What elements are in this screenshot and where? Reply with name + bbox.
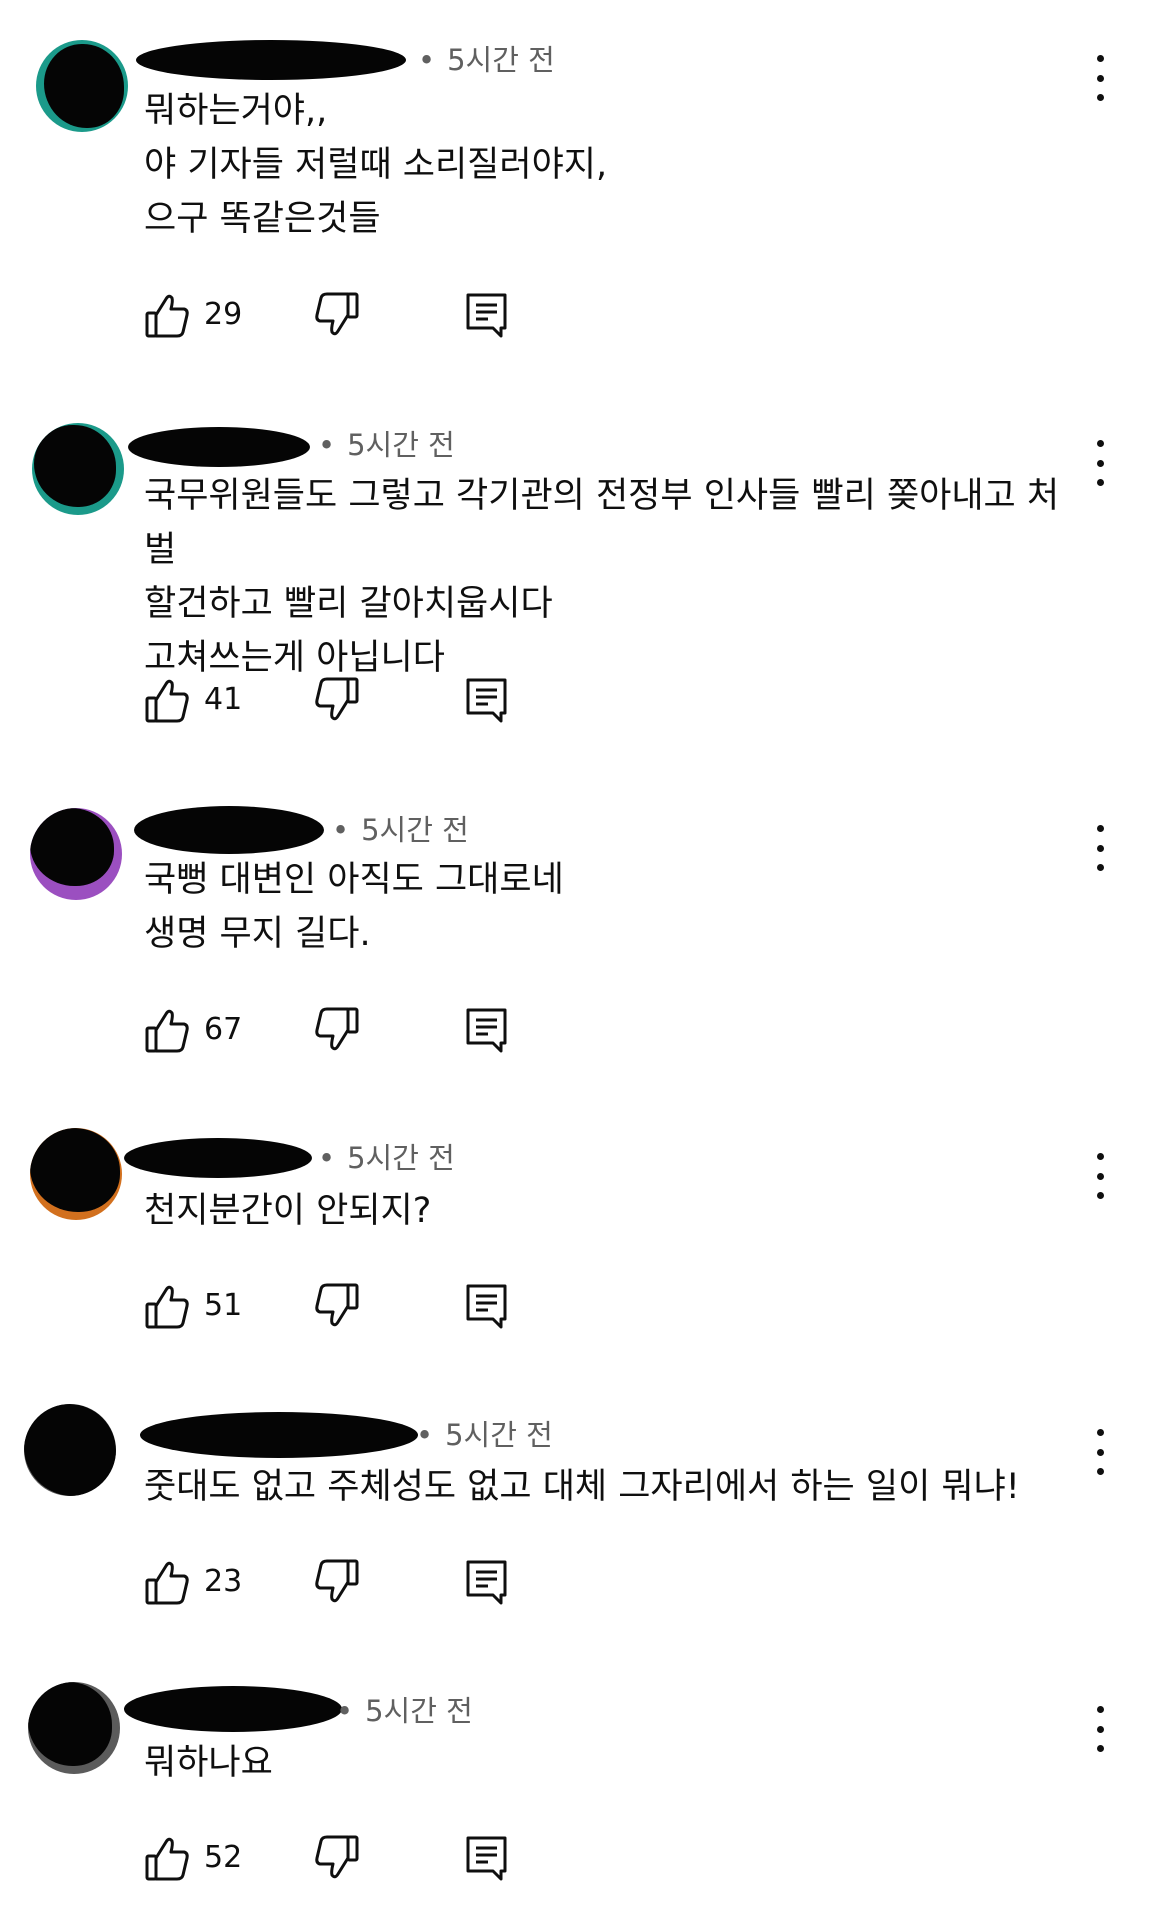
like-button[interactable]: 52 <box>144 1834 284 1882</box>
comment-actions: 23 <box>144 1558 544 1606</box>
reply-button[interactable] <box>464 1834 510 1882</box>
comment-actions: 67 <box>144 1006 544 1054</box>
comment-text: 국무위원들도 그렇고 각기관의 전정부 인사들 빨리 쫒아내고 처벌 할건하고 … <box>144 476 1060 678</box>
avatar[interactable] <box>36 40 128 132</box>
more-options-icon[interactable] <box>1085 440 1115 486</box>
thumbs-up-icon <box>145 679 189 723</box>
reply-comment-icon <box>466 293 507 338</box>
comment-meta: • 5시간 전 <box>332 813 469 847</box>
comment-text: 뭐하는거야,, 야 기자들 저럴때 소리질러야지, 으구 똑같은것들 <box>144 91 608 239</box>
more-options-icon[interactable] <box>1085 1429 1115 1475</box>
author-name-redacted[interactable] <box>140 1412 418 1458</box>
author-name-redacted[interactable] <box>124 1686 342 1732</box>
thumbs-up-icon <box>145 1561 189 1605</box>
comment-text: 천지분간이 안되지? <box>144 1191 432 1231</box>
dislike-button[interactable] <box>314 1558 360 1606</box>
reply-comment-icon <box>466 1008 507 1053</box>
thumbs-down-icon <box>315 1007 359 1051</box>
comment-text: 뭐하나요 <box>144 1743 273 1783</box>
comment-actions: 29 <box>144 291 544 339</box>
comment-timestamp: 5시간 전 <box>347 1141 455 1175</box>
like-count: 51 <box>204 1288 243 1323</box>
more-options-icon[interactable] <box>1085 825 1115 871</box>
reply-comment-icon <box>466 1836 507 1881</box>
like-button[interactable]: 23 <box>144 1558 284 1606</box>
comment-meta: • 5시간 전 <box>318 1141 455 1175</box>
avatar[interactable] <box>30 808 122 900</box>
thumbs-up-icon <box>145 1285 189 1329</box>
more-options-icon[interactable] <box>1085 1153 1115 1199</box>
comment-timestamp: 5시간 전 <box>347 428 455 462</box>
dislike-button[interactable] <box>314 1282 360 1330</box>
comment-actions: 52 <box>144 1834 544 1882</box>
reply-comment-icon <box>466 678 507 723</box>
comment-actions: 41 <box>144 676 544 724</box>
comment-timestamp: 5시간 전 <box>447 43 555 77</box>
like-button[interactable]: 41 <box>144 676 284 724</box>
thumbs-down-icon <box>315 1283 359 1327</box>
reply-button[interactable] <box>464 1558 510 1606</box>
reply-comment-icon <box>466 1560 507 1605</box>
comment-text: 국뻥 대변인 아직도 그대로네 생명 무지 길다. <box>144 860 564 954</box>
comment-timestamp: 5시간 전 <box>365 1694 473 1728</box>
dislike-button[interactable] <box>314 1834 360 1882</box>
comment-meta: • 5시간 전 <box>336 1694 473 1728</box>
thumbs-down-icon <box>315 677 359 721</box>
comment-actions: 51 <box>144 1282 544 1330</box>
reply-button[interactable] <box>464 676 510 724</box>
thumbs-down-icon <box>315 292 359 336</box>
thumbs-up-icon <box>145 294 189 338</box>
like-button[interactable]: 67 <box>144 1006 284 1054</box>
like-count: 52 <box>204 1840 243 1875</box>
like-button[interactable]: 29 <box>144 291 284 339</box>
comment-meta: • 5시간 전 <box>318 428 455 462</box>
like-count: 41 <box>204 682 243 717</box>
avatar[interactable] <box>30 1128 122 1220</box>
thumbs-up-icon <box>145 1009 189 1053</box>
author-name-redacted[interactable] <box>128 427 310 467</box>
more-options-icon[interactable] <box>1085 1706 1115 1752</box>
like-count: 67 <box>204 1012 243 1047</box>
author-name-redacted[interactable] <box>124 1138 312 1178</box>
reply-button[interactable] <box>464 291 510 339</box>
avatar[interactable] <box>28 1682 120 1774</box>
comment-timestamp: 5시간 전 <box>445 1418 553 1452</box>
author-name-redacted[interactable] <box>134 806 324 854</box>
more-options-icon[interactable] <box>1085 55 1115 101</box>
like-count: 23 <box>204 1564 243 1599</box>
like-count: 29 <box>204 297 243 332</box>
avatar[interactable] <box>32 423 124 515</box>
author-name-redacted[interactable] <box>136 40 406 80</box>
reply-comment-icon <box>466 1284 507 1329</box>
thumbs-up-icon <box>145 1837 189 1881</box>
reply-button[interactable] <box>464 1282 510 1330</box>
dislike-button[interactable] <box>314 1006 360 1054</box>
comment-meta: • 5시간 전 <box>416 1418 553 1452</box>
comment-text: 줏대도 없고 주체성도 없고 대체 그자리에서 하는 일이 뭐냐! <box>144 1467 1020 1507</box>
dislike-button[interactable] <box>314 291 360 339</box>
dislike-button[interactable] <box>314 676 360 724</box>
like-button[interactable]: 51 <box>144 1282 284 1330</box>
comment-meta: • 5시간 전 <box>418 43 555 77</box>
avatar[interactable] <box>24 1404 116 1496</box>
reply-button[interactable] <box>464 1006 510 1054</box>
comment-timestamp: 5시간 전 <box>361 813 469 847</box>
thumbs-down-icon <box>315 1559 359 1603</box>
thumbs-down-icon <box>315 1835 359 1879</box>
